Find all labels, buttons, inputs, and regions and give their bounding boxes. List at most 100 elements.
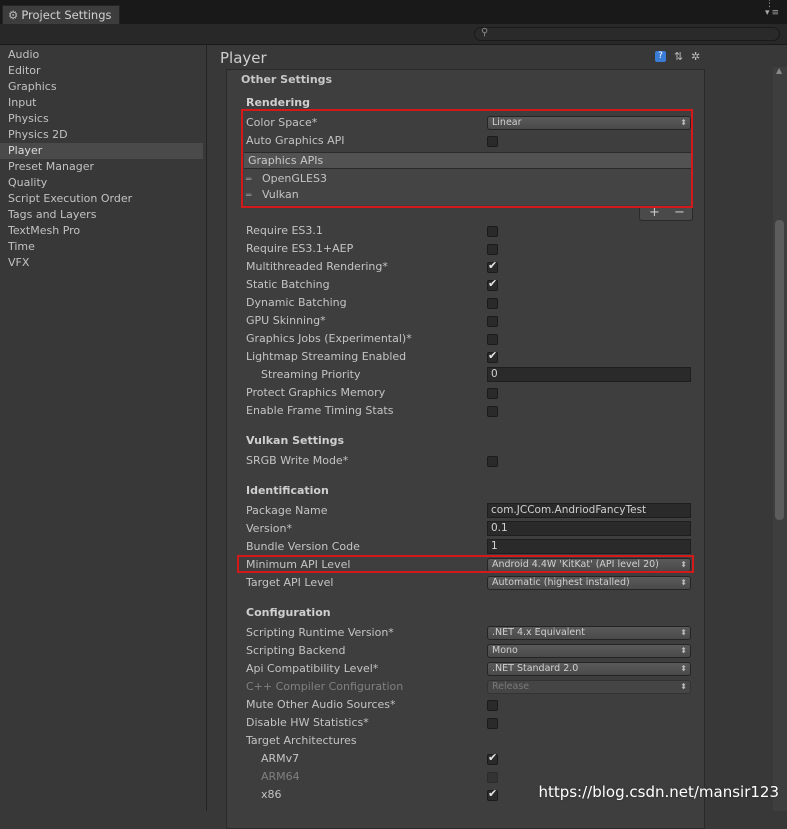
graphics-api-name: OpenGLES3 [262, 172, 327, 185]
sidebar-item-textmesh-pro[interactable]: TextMesh Pro [0, 223, 203, 239]
armv7-checkbox[interactable]: ✔ [487, 751, 498, 765]
gear-icon[interactable]: ✲ [691, 51, 702, 62]
sidebar-item-player[interactable]: Player [0, 143, 203, 159]
protect-graphics-memory-checkbox[interactable] [487, 388, 498, 399]
list-item[interactable]: ═ Vulkan [244, 187, 684, 203]
add-api-button[interactable]: + [649, 205, 660, 220]
streaming-priority-field[interactable]: 0 [487, 367, 691, 382]
armv7-label: ARMv7 [261, 752, 300, 765]
sidebar-item-time[interactable]: Time [0, 239, 203, 255]
auto-graphics-api-label: Auto Graphics API [246, 134, 345, 147]
sidebar-item-editor[interactable]: Editor [0, 63, 203, 79]
checkmark-icon: ✔ [488, 259, 498, 272]
sidebar-item-preset-manager[interactable]: Preset Manager [0, 159, 203, 175]
streaming-priority-label: Streaming Priority [261, 368, 361, 381]
disable-hw-stats-checkbox[interactable] [487, 718, 498, 729]
scripting-runtime-dropdown[interactable]: .NET 4.x Equivalent ⬍ [487, 626, 691, 640]
minimum-api-level-dropdown[interactable]: Android 4.4W 'KitKat' (API level 20) ⬍ [487, 558, 691, 572]
window-tab[interactable]: ⚙ Project Settings [2, 5, 120, 24]
identification-heading: Identification [246, 484, 329, 497]
drag-handle-icon[interactable]: ═ [246, 172, 256, 188]
static-batching-checkbox[interactable]: ✔ [487, 277, 498, 291]
lightmap-streaming-label: Lightmap Streaming Enabled [246, 350, 407, 363]
settings-gear-icon: ⚙ [8, 8, 19, 22]
checkmark-icon: ✔ [488, 349, 498, 362]
sidebar-item-physics-2d[interactable]: Physics 2D [0, 127, 203, 143]
sidebar-item-input[interactable]: Input [0, 95, 203, 111]
sidebar-item-script-execution-order[interactable]: Script Execution Order [0, 191, 203, 207]
gpu-skinning-label: GPU Skinning* [246, 314, 326, 327]
color-space-value: Linear [492, 117, 522, 128]
multithreaded-rendering-checkbox[interactable]: ✔ [487, 259, 498, 273]
drag-handle-icon[interactable]: ═ [246, 188, 256, 204]
bundle-version-code-label: Bundle Version Code [246, 540, 360, 553]
target-architectures-label: Target Architectures [246, 734, 357, 747]
graphics-jobs-checkbox[interactable] [487, 334, 498, 345]
gpu-skinning-checkbox[interactable] [487, 316, 498, 327]
mute-audio-checkbox[interactable] [487, 700, 498, 711]
cpp-compiler-config-label: C++ Compiler Configuration [246, 680, 404, 693]
api-compatibility-dropdown[interactable]: .NET Standard 2.0 ⬍ [487, 662, 691, 676]
search-input[interactable]: ⚲ [474, 27, 780, 41]
dropdown-arrow-icon: ⬍ [680, 664, 687, 673]
scripting-runtime-value: .NET 4.x Equivalent [492, 627, 586, 638]
api-compatibility-value: .NET Standard 2.0 [492, 663, 579, 674]
mute-audio-label: Mute Other Audio Sources* [246, 698, 396, 711]
color-space-dropdown[interactable]: Linear ⬍ [487, 116, 691, 130]
scroll-up-icon[interactable]: ▲ [776, 66, 782, 75]
scrollbar-thumb[interactable] [775, 220, 784, 520]
auto-graphics-api-checkbox[interactable] [487, 136, 498, 147]
srgb-write-mode-checkbox[interactable] [487, 456, 498, 467]
color-space-label: Color Space* [246, 116, 318, 129]
scripting-runtime-label: Scripting Runtime Version* [246, 626, 394, 639]
dropdown-arrow-icon: ⬍ [680, 628, 687, 637]
dropdown-arrow-icon: ⬍ [680, 118, 687, 127]
version-label: Version* [246, 522, 292, 535]
sidebar-item-graphics[interactable]: Graphics [0, 79, 203, 95]
presets-icon[interactable]: ⇅ [674, 51, 685, 62]
version-field[interactable]: 0.1 [487, 521, 691, 536]
frame-timing-stats-checkbox[interactable] [487, 406, 498, 417]
x86-checkbox[interactable]: ✔ [487, 787, 498, 801]
target-api-level-label: Target API Level [246, 576, 334, 589]
graphics-jobs-label: Graphics Jobs (Experimental)* [246, 332, 412, 345]
require-es31-aep-label: Require ES3.1+AEP [246, 242, 354, 255]
help-icon[interactable]: ? [655, 51, 666, 62]
bundle-version-code-field[interactable]: 1 [487, 539, 691, 554]
vulkan-settings-heading: Vulkan Settings [246, 434, 345, 447]
rendering-heading: Rendering [246, 96, 310, 109]
api-compatibility-label: Api Compatibility Level* [246, 662, 379, 675]
protect-graphics-memory-label: Protect Graphics Memory [246, 386, 386, 399]
sidebar-item-vfx[interactable]: VFX [0, 255, 203, 271]
arm64-label: ARM64 [261, 770, 300, 783]
require-es31-checkbox[interactable] [487, 226, 498, 237]
sidebar-item-quality[interactable]: Quality [0, 175, 203, 191]
sidebar-item-tags-and-layers[interactable]: Tags and Layers [0, 207, 203, 223]
require-es31-label: Require ES3.1 [246, 224, 323, 237]
scripting-backend-value: Mono [492, 645, 518, 656]
package-name-field[interactable]: com.JCCom.AndriodFancyTest [487, 503, 691, 518]
graphics-apis-header: Graphics APIs [244, 152, 693, 169]
list-item[interactable]: ═ OpenGLES3 [244, 171, 684, 187]
target-api-level-value: Automatic (highest installed) [492, 577, 630, 588]
other-settings-foldout[interactable]: Other Settings [241, 73, 332, 86]
sidebar-item-audio[interactable]: Audio [0, 47, 203, 63]
target-api-level-dropdown[interactable]: Automatic (highest installed) ⬍ [487, 576, 691, 590]
minimum-api-level-value: Android 4.4W 'KitKat' (API level 20) [492, 559, 659, 570]
cpp-compiler-config-value: Release [492, 681, 530, 692]
checkmark-icon: ✔ [488, 787, 498, 800]
scripting-backend-dropdown[interactable]: Mono ⬍ [487, 644, 691, 658]
sidebar-item-physics[interactable]: Physics [0, 111, 203, 127]
cpp-compiler-config-dropdown: Release ⬍ [487, 680, 691, 694]
checkmark-icon: ✔ [488, 751, 498, 764]
list-controls: + − [639, 205, 693, 221]
require-es31-aep-checkbox[interactable] [487, 244, 498, 255]
page-title: Player [220, 49, 267, 67]
srgb-write-mode-label: SRGB Write Mode* [246, 454, 349, 467]
lightmap-streaming-checkbox[interactable]: ✔ [487, 349, 498, 363]
dynamic-batching-checkbox[interactable] [487, 298, 498, 309]
frame-timing-stats-label: Enable Frame Timing Stats [246, 404, 394, 417]
window-menu-icon[interactable]: ⋮ ▾≡ [765, 0, 781, 18]
checkmark-icon: ✔ [488, 277, 498, 290]
remove-api-button[interactable]: − [674, 205, 685, 220]
